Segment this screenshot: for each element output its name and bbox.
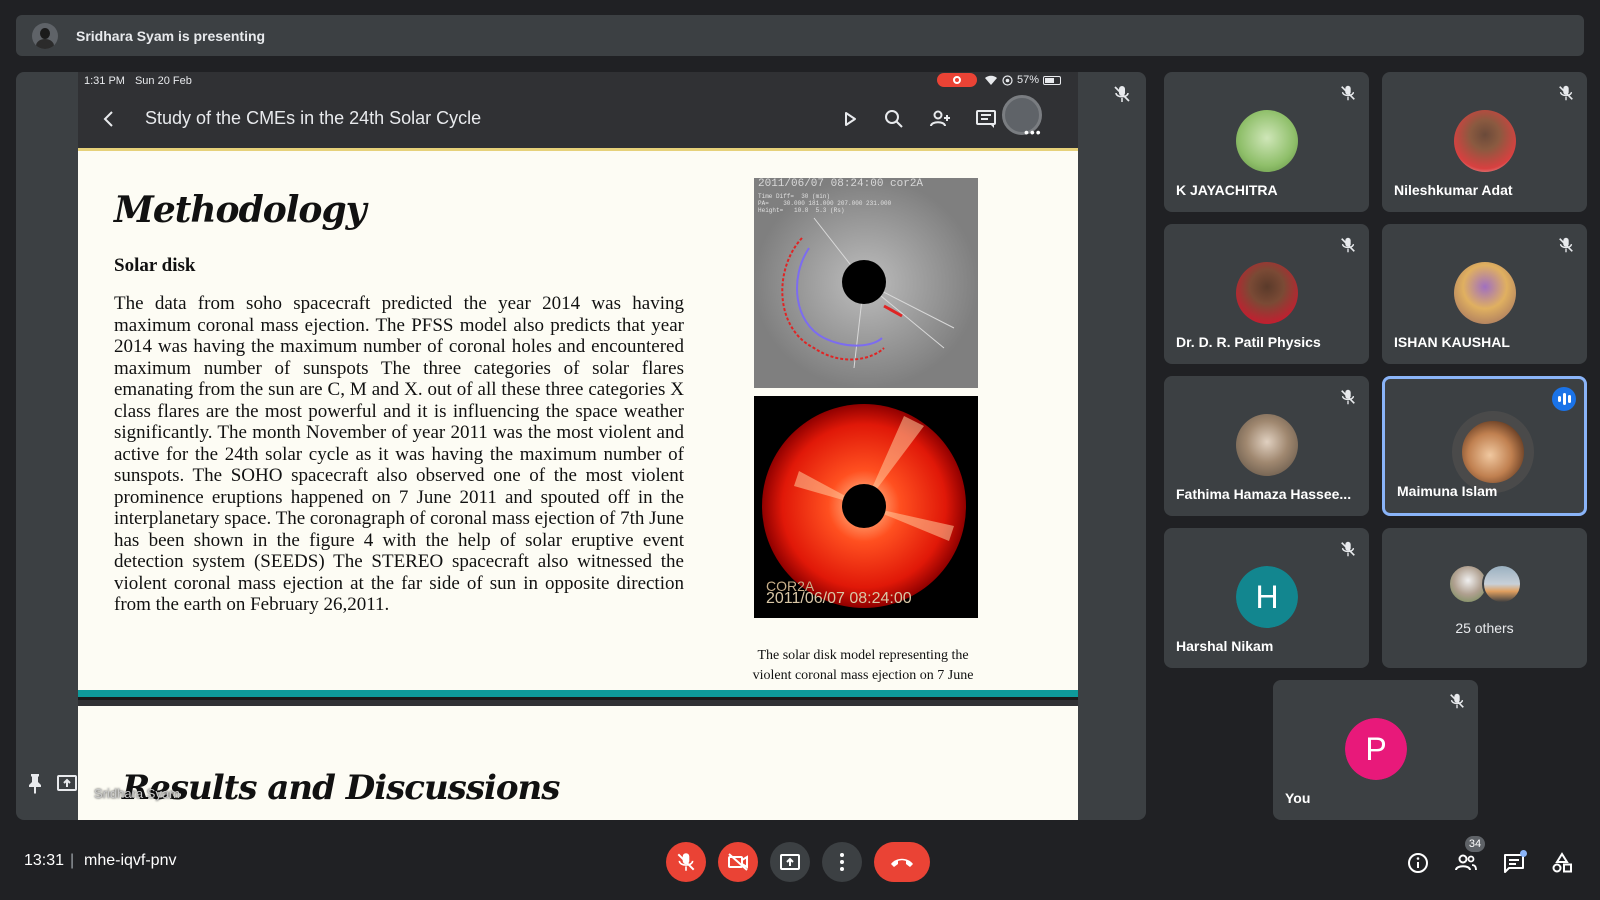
- participant-tile[interactable]: Nileshkumar Adat: [1382, 72, 1587, 212]
- mic-off-icon: [677, 853, 695, 871]
- participant-name: ISHAN KAUSHAL: [1394, 334, 1510, 350]
- participant-name: Nileshkumar Adat: [1394, 182, 1513, 198]
- slide-heading: Methodology: [114, 189, 367, 231]
- avatar-initial: P: [1345, 718, 1407, 780]
- add-person-icon[interactable]: [928, 107, 952, 131]
- camera-toggle-button[interactable]: [718, 842, 758, 882]
- people-icon[interactable]: [1454, 851, 1478, 875]
- slide-subheading: Solar disk: [114, 255, 196, 276]
- figure-caption: The solar disk model representing the vi…: [752, 648, 974, 691]
- avatar: [1454, 110, 1516, 172]
- mic-toggle-button[interactable]: [666, 842, 706, 882]
- focus-icon: [1002, 74, 1013, 86]
- presenting-banner: Sridhara Syam is presenting: [16, 15, 1584, 56]
- participant-name: You: [1285, 790, 1311, 806]
- participant-name: K JAYACHITRA: [1176, 182, 1278, 198]
- battery-icon: [1043, 75, 1062, 85]
- battery-percent: 57%: [1017, 74, 1040, 86]
- end-call-icon: [891, 858, 913, 867]
- mic-off-icon: [1559, 237, 1573, 253]
- play-icon[interactable]: [838, 107, 862, 131]
- mic-off-icon: [1341, 237, 1355, 253]
- mic-off-icon: [1450, 693, 1464, 709]
- avatar: P: [1345, 718, 1407, 780]
- recording-indicator: [937, 73, 977, 87]
- mic-off-icon: [1559, 85, 1573, 101]
- participant-name: Dr. D. R. Patil Physics: [1176, 334, 1321, 350]
- participant-name: Fathima Hamaza Hassee...: [1176, 486, 1352, 502]
- slide-methodology: Methodology Solar disk The data from soh…: [78, 151, 1078, 691]
- participant-tile[interactable]: Dr. D. R. Patil Physics: [1164, 224, 1369, 364]
- present-now-icon: [780, 854, 800, 870]
- coronagraph-diff-image: 2011/06/07 08:24:00 cor2A Time Diff= 30 …: [754, 178, 978, 388]
- clock-separator: |: [70, 852, 75, 869]
- presentation-tile[interactable]: 1:31 PM Sun 20 Feb 57% Study of the CMEs…: [16, 72, 1146, 820]
- mic-off-icon: [1114, 86, 1130, 102]
- more-icon: [840, 853, 844, 871]
- pin-icon[interactable]: [26, 772, 44, 794]
- presenter-avatar: [32, 22, 58, 49]
- search-icon[interactable]: [882, 107, 906, 131]
- leave-call-button[interactable]: [874, 842, 930, 882]
- comment-icon[interactable]: [974, 107, 998, 131]
- mic-off-icon: [1341, 541, 1355, 557]
- status-icons: 57%: [984, 74, 1062, 86]
- others-avatars: [1446, 562, 1526, 606]
- avatar: H: [1236, 566, 1298, 628]
- more-dots-icon[interactable]: •••: [1024, 124, 1042, 140]
- self-tile[interactable]: P You: [1273, 680, 1478, 820]
- status-time: 1:31 PM: [84, 75, 125, 87]
- participant-name: Harshal Nikam: [1176, 638, 1274, 654]
- status-date: Sun 20 Feb: [134, 75, 192, 87]
- avatar: [1236, 262, 1298, 324]
- chat-notification-dot: [1520, 850, 1527, 857]
- avatar: [1482, 564, 1522, 604]
- back-icon[interactable]: [100, 109, 118, 129]
- participant-count-badge: 34: [1465, 836, 1485, 852]
- presenting-banner-text: Sridhara Syam is presenting: [76, 27, 266, 44]
- next-slide-heading: Results and Discussions: [122, 768, 560, 808]
- meeting-controls-bar: 13:31 | mhe-iqvf-pnv 34: [0, 822, 1600, 900]
- fig2-timestamp-label: 2011/06/07 08:24:00: [766, 590, 912, 607]
- avatar: [1236, 110, 1298, 172]
- fig1-header: 2011/06/07 08:24:00 cor2A: [758, 178, 924, 190]
- participant-tile[interactable]: K JAYACHITRA: [1164, 72, 1369, 212]
- mic-off-icon: [1341, 85, 1355, 101]
- avatar: [1236, 414, 1298, 476]
- info-icon[interactable]: [1406, 851, 1430, 875]
- speaking-indicator-icon: [1552, 387, 1576, 411]
- participant-tile[interactable]: Fathima Hamaza Hassee...: [1164, 376, 1369, 516]
- avatar: [1452, 411, 1534, 493]
- more-options-button[interactable]: [822, 842, 862, 882]
- present-now-button[interactable]: [770, 842, 810, 882]
- meeting-code: mhe-iqvf-pnv: [84, 852, 177, 869]
- camera-off-icon: [728, 853, 748, 871]
- others-tile[interactable]: 25 others: [1382, 528, 1587, 668]
- others-count-label: 25 others: [1455, 620, 1514, 636]
- participant-tile[interactable]: H Harshal Nikam: [1164, 528, 1369, 668]
- presenter-tile-name: Sridhara Syam: [94, 786, 180, 801]
- fig1-metadata: Time Diff= 30 (min) PA= 30.000 181.000 2…: [758, 193, 892, 214]
- slide-results: Results and Discussions: [78, 706, 1078, 820]
- avatar: [1454, 262, 1516, 324]
- document-toolbar: Study of the CMEs in the 24th Solar Cycl…: [78, 90, 1078, 148]
- slide-footer-bar: [78, 690, 1078, 700]
- avatar-initial: H: [1236, 566, 1298, 628]
- activities-icon[interactable]: [1550, 851, 1574, 875]
- wifi-icon: [985, 75, 997, 85]
- meeting-clock: 13:31: [24, 852, 65, 869]
- participant-name: Maimuna Islam: [1397, 483, 1498, 499]
- document-title: Study of the CMEs in the 24th Solar Cycl…: [145, 108, 482, 128]
- mic-off-icon: [1341, 389, 1355, 405]
- coronagraph-red-image: COR2A 2011/06/07 08:24:00: [754, 396, 978, 618]
- participant-tile[interactable]: ISHAN KAUSHAL: [1382, 224, 1587, 364]
- participant-tile-active-speaker[interactable]: Maimuna Islam: [1382, 376, 1587, 516]
- present-icon[interactable]: [56, 772, 78, 794]
- tablet-status-bar: 1:31 PM Sun 20 Feb 57%: [78, 72, 1078, 90]
- slide-body-text: The data from soho spacecraft predicted …: [114, 293, 684, 615]
- shared-screen: 1:31 PM Sun 20 Feb 57% Study of the CMEs…: [78, 72, 1078, 820]
